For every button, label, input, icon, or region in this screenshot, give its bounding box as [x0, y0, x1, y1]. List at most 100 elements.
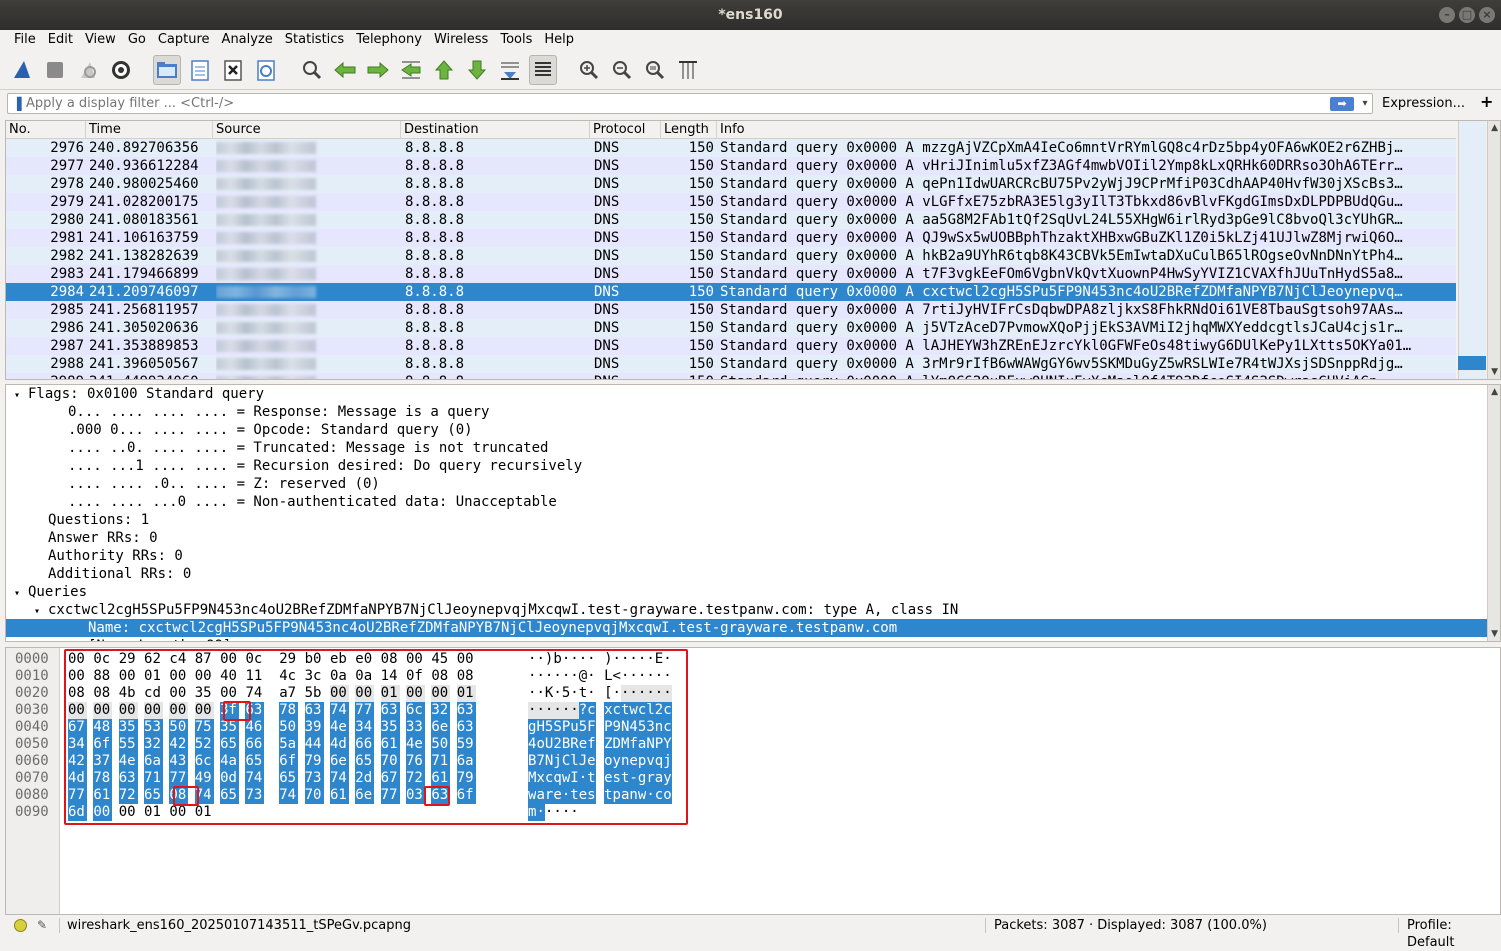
ascii-char[interactable]: 7 — [536, 753, 545, 770]
packet-row[interactable]: 2978 240.980025460 8.8.8.8 DNS 150 Standard q… — [6, 175, 1458, 193]
ascii-char[interactable]: · — [553, 702, 562, 719]
hex-byte[interactable]: 6f — [279, 753, 299, 770]
ascii-char[interactable]: y — [612, 753, 621, 770]
ascii-char[interactable]: · — [587, 668, 596, 685]
hex-byte[interactable]: 0d — [220, 770, 240, 787]
ascii-char[interactable]: C — [561, 753, 571, 770]
ascii-char[interactable]: < — [613, 668, 622, 685]
autoscroll-icon[interactable] — [496, 55, 524, 85]
ascii-char[interactable]: · — [562, 651, 571, 668]
hex-byte[interactable]: 77 — [380, 787, 400, 804]
hex-byte[interactable]: 78 — [279, 702, 299, 719]
packet-row[interactable]: 2987 241.353889853 8.8.8.8 DNS 150 Standard q… — [6, 337, 1458, 355]
ascii-char[interactable]: · — [629, 685, 638, 702]
hex-byte[interactable]: 35 — [220, 719, 240, 736]
ascii-char[interactable]: P — [604, 719, 613, 736]
display-filter-input[interactable] — [26, 94, 1330, 113]
ascii-char[interactable]: · — [629, 668, 638, 685]
ascii-char[interactable]: H — [536, 719, 545, 736]
ascii-char[interactable]: t — [579, 685, 588, 702]
ascii-char[interactable]: f — [587, 736, 596, 753]
hex-byte[interactable]: 6a — [456, 753, 476, 770]
zoom-out-icon[interactable] — [608, 55, 636, 85]
bookmark-icon[interactable]: ▐ — [8, 95, 26, 113]
hex-byte[interactable]: 01 — [456, 685, 476, 702]
restart-icon[interactable] — [74, 55, 102, 85]
hex-byte[interactable]: 67 — [68, 719, 87, 736]
detail-line[interactable]: .... .... .0.. .... = Z: reserved (0) — [6, 475, 1500, 493]
ascii-char[interactable]: e — [629, 753, 638, 770]
ascii-char[interactable]: x — [536, 770, 545, 787]
ascii-char[interactable]: · — [570, 702, 579, 719]
hex-byte[interactable]: 00 — [119, 804, 138, 821]
ascii-char[interactable]: 4 — [629, 719, 638, 736]
hex-byte[interactable]: 00 — [118, 702, 138, 719]
ascii-char[interactable]: · — [646, 685, 655, 702]
ascii-char[interactable]: j — [553, 753, 562, 770]
menu-tools[interactable]: Tools — [494, 30, 538, 50]
detail-line[interactable]: .... ..0. .... .... = Truncated: Message… — [6, 439, 1500, 457]
last-packet-icon[interactable] — [463, 55, 491, 85]
hex-byte[interactable]: 65 — [220, 787, 240, 804]
ascii-char[interactable]: q — [553, 770, 562, 787]
hex-byte[interactable]: 4c — [279, 668, 298, 685]
ascii-char[interactable]: · — [536, 668, 545, 685]
ascii-char[interactable]: · — [528, 651, 537, 668]
hex-byte[interactable]: 71 — [431, 753, 451, 770]
ascii-char[interactable]: · — [637, 685, 647, 702]
hex-byte[interactable]: 08 — [381, 651, 400, 668]
hex-byte[interactable]: a7 — [279, 685, 298, 702]
ascii-char[interactable]: t — [620, 702, 630, 719]
chevron-down-icon[interactable]: ▾ — [1358, 98, 1372, 109]
ascii-char[interactable]: · — [570, 804, 579, 821]
menu-go[interactable]: Go — [122, 30, 152, 50]
hex-byte[interactable]: 08 — [93, 685, 112, 702]
menu-capture[interactable]: Capture — [152, 30, 216, 50]
colorize-icon[interactable] — [529, 54, 557, 85]
menu-telephony[interactable]: Telephony — [350, 30, 428, 50]
hex-byte[interactable]: 61 — [380, 736, 400, 753]
minimize-icon[interactable]: – — [1439, 7, 1455, 23]
hex-byte[interactable]: 00 — [144, 702, 164, 719]
ascii-char[interactable]: · — [621, 651, 630, 668]
hex-byte[interactable]: 74 — [194, 787, 214, 804]
hex-byte[interactable]: 00 — [169, 702, 189, 719]
hex-byte[interactable]: 45 — [431, 651, 450, 668]
hex-byte[interactable]: 65 — [279, 770, 299, 787]
ascii-char[interactable]: g — [637, 770, 647, 787]
normal-size-icon[interactable] — [641, 55, 669, 85]
hex-byte[interactable]: 32 — [144, 736, 164, 753]
hex-byte[interactable]: 77 — [169, 770, 189, 787]
scroll-up-icon[interactable]: ▲ — [1491, 387, 1498, 397]
resize-columns-icon[interactable] — [674, 55, 702, 85]
hex-byte[interactable]: 74 — [279, 787, 299, 804]
ascii-char[interactable]: · — [579, 651, 588, 668]
hex-byte[interactable]: cd — [144, 685, 163, 702]
hex-byte[interactable]: 5b — [305, 685, 324, 702]
ascii-char[interactable]: a — [536, 787, 545, 804]
ascii-char[interactable]: · — [663, 685, 672, 702]
ascii-char[interactable]: B — [561, 736, 571, 753]
close-icon[interactable]: × — [1479, 7, 1495, 23]
packet-row[interactable]: 2989 241.449934060 8.8.8.8 DNS150 Standard q… — [6, 373, 1458, 379]
ascii-char[interactable]: g — [528, 719, 537, 736]
hex-byte[interactable]: 34 — [68, 736, 87, 753]
packet-minimap[interactable] — [1458, 121, 1486, 379]
hex-byte[interactable]: 2d — [355, 770, 375, 787]
hex-byte[interactable]: 50 — [431, 736, 451, 753]
detail-line[interactable]: .... .... ...0 .... = Non-authenticated … — [6, 493, 1500, 511]
go-forward-icon[interactable] — [364, 55, 392, 85]
packet-row[interactable]: 2984 241.209746097 8.8.8.8 DNS 150 Standard q… — [6, 283, 1458, 301]
hex-byte[interactable]: 52 — [194, 736, 214, 753]
ascii-char[interactable]: · — [561, 702, 571, 719]
reload-icon[interactable] — [252, 55, 280, 85]
ascii-char[interactable]: a — [620, 787, 630, 804]
ascii-char[interactable]: s — [612, 770, 621, 787]
ascii-char[interactable]: · — [536, 804, 545, 821]
ascii-char[interactable]: a — [637, 736, 647, 753]
zoom-in-icon[interactable] — [575, 55, 603, 85]
ascii-char[interactable]: e — [553, 787, 562, 804]
hex-byte[interactable]: 08 — [431, 668, 450, 685]
hex-byte[interactable]: 01 — [144, 804, 163, 821]
detail-line[interactable]: Name: cxctwcl2cgH5SPu5FP9N453nc4oU2BRefZ… — [6, 619, 1500, 637]
